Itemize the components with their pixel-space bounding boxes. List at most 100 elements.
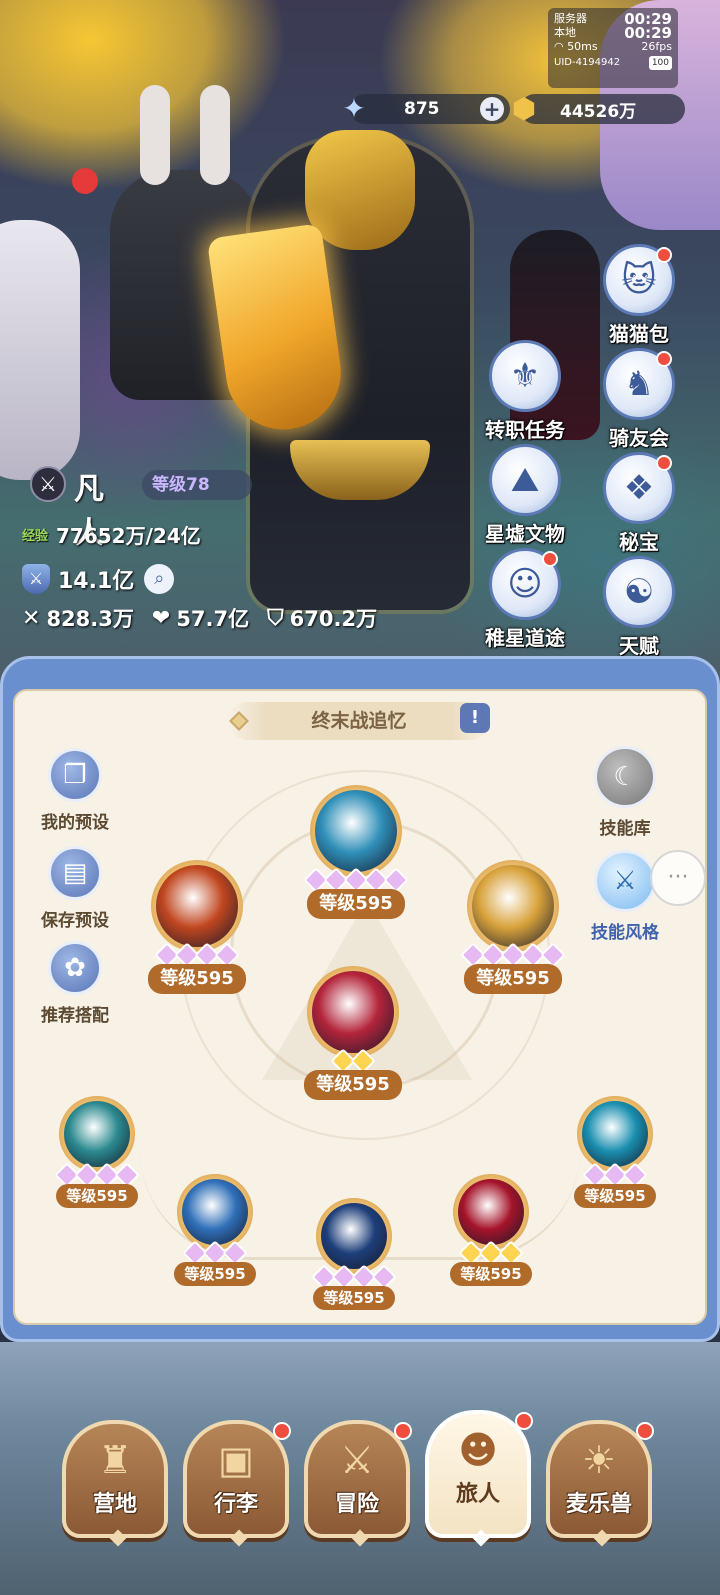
skill-slot[interactable]: 等级595 [142, 860, 252, 994]
backpack-icon: ▣ [218, 1438, 254, 1482]
my-presets-button[interactable]: ❐ 我的预设 [25, 748, 125, 833]
side-menu-label: 猫猫包 [609, 322, 669, 346]
recommended-setup-button[interactable]: ✿ 推荐搭配 [25, 941, 125, 1026]
skill-icon-frame [177, 1174, 253, 1250]
side-menu-star-path[interactable]: ☺ 稚星道途 [470, 548, 580, 650]
tool-label: 技能风格 [591, 923, 659, 943]
side-menu-treasure[interactable]: ❖ 秘宝 [584, 452, 694, 554]
skill-icon-frame [59, 1096, 135, 1172]
defense-stat: ⛉ 670.2万 [267, 603, 377, 633]
pet-icon: ☀ [581, 1438, 617, 1482]
gold-currency-bar: ⬢ 44526万 [512, 92, 685, 125]
star-gem-icon: ✦ [342, 91, 366, 125]
skill-icon [156, 865, 238, 947]
nav-label: 麦乐兽 [565, 1492, 632, 1517]
side-menu-job-change[interactable]: ⚜ 转职任务 [470, 340, 580, 442]
add-gems-button[interactable]: + [480, 97, 504, 121]
apple-icon [72, 168, 98, 194]
skill-stars [560, 1162, 670, 1188]
preset-icon: ❐ [48, 748, 102, 802]
skill-level-label: 等级595 [450, 1262, 532, 1286]
player-helmet [305, 130, 415, 250]
uid: UID-4194942 [554, 57, 621, 68]
side-menu-talent[interactable]: ☯ 天赋 [584, 556, 694, 658]
skill-icon [64, 1101, 130, 1167]
skill-library-icon: ☾ [594, 746, 656, 808]
power-detail-search-button[interactable]: ⌕ [144, 564, 175, 594]
notification-dot [656, 247, 672, 263]
side-menu-label: 天赋 [619, 634, 659, 658]
talent-icon: ☯ [603, 556, 675, 628]
skill-level-label: 等级595 [307, 889, 405, 919]
gem-amount: 875 [404, 99, 440, 119]
panel-title: 终末战追忆 [228, 702, 490, 740]
skill-icon-frame [151, 860, 243, 952]
side-menu-label: 星墟文物 [485, 522, 565, 546]
skill-slot[interactable]: 等级595 [436, 1174, 546, 1290]
skill-stars [299, 1264, 409, 1290]
skill-level-label: 等级595 [464, 964, 562, 994]
chat-bubble-button[interactable]: ··· [650, 850, 706, 906]
skill-icon-frame [467, 860, 559, 952]
skill-level-label: 等级595 [174, 1262, 256, 1286]
info-book-button[interactable]: ! [460, 703, 490, 733]
heart-icon: ❤ [151, 605, 171, 631]
recommend-icon: ✿ [48, 941, 102, 995]
skill-library-button[interactable]: ☾ 技能库 [575, 746, 675, 839]
notification-dot [656, 351, 672, 367]
save-preset-button[interactable]: ▤ 保存预设 [25, 846, 125, 931]
skill-slot[interactable]: 等级595 [299, 1198, 409, 1314]
notification-dot [515, 1412, 533, 1430]
skill-slot[interactable]: 等级595 [298, 966, 408, 1100]
skill-stars [298, 1048, 408, 1074]
nav-pets[interactable]: ☀ 麦乐兽 [546, 1420, 654, 1547]
skill-slot[interactable]: 等级595 [42, 1096, 152, 1212]
side-menu-riders-club[interactable]: ♞ 骑友会 [584, 348, 694, 450]
nav-luggage[interactable]: ▣ 行李 [183, 1420, 291, 1547]
exp-value: 77652万/24亿 [56, 524, 201, 548]
skill-slot[interactable]: 等级595 [560, 1096, 670, 1212]
skill-icon-frame [453, 1174, 529, 1250]
tool-label: 保存预设 [41, 911, 109, 931]
nav-adventure[interactable]: ⚔ 冒险 [304, 1420, 412, 1547]
skill-stars [436, 1240, 546, 1266]
job-class-icon: ⚔ [30, 466, 66, 502]
skill-slot[interactable]: 等级595 [301, 785, 411, 919]
notification-dot [273, 1422, 291, 1440]
cat-bag-icon: 🐱 [603, 244, 675, 316]
notification-dot [542, 551, 558, 567]
tool-label: 我的预设 [41, 813, 109, 833]
skill-icon [315, 790, 397, 872]
skill-icon [582, 1101, 648, 1167]
skill-level-label: 等级595 [304, 1070, 402, 1100]
experience-row: 经验 77652万/24亿 [22, 520, 201, 549]
wifi-icon: ◠ [554, 40, 564, 53]
relic-icon: ⛰ [489, 444, 561, 516]
skill-style-icon: ⚔ [594, 850, 656, 912]
player-level: 等级78 [142, 470, 252, 500]
nav-label: 行李 [213, 1492, 258, 1517]
skill-icon-frame [310, 785, 402, 877]
gold-coin-icon: ⬢ [511, 91, 537, 125]
side-menu-star-relic[interactable]: ⛰ 星墟文物 [470, 444, 580, 546]
skill-icon [312, 971, 394, 1053]
side-menu-label: 稚星道途 [485, 626, 565, 650]
side-menu-cat-bag[interactable]: 🐱 猫猫包 [584, 244, 694, 346]
castle-icon: ♜ [97, 1438, 133, 1482]
player-stats: ✕ 828.3万 ❤ 57.7亿 ⛉ 670.2万 [22, 603, 395, 633]
skill-level-label: 等级595 [313, 1286, 395, 1310]
skill-level-label: 等级595 [56, 1184, 138, 1208]
skill-stars [42, 1162, 152, 1188]
skill-slot[interactable]: 等级595 [458, 860, 568, 994]
side-menu-label: 转职任务 [485, 418, 565, 442]
notification-dot [394, 1422, 412, 1440]
combat-power-icon: ⚔ [22, 564, 50, 594]
crossed-swords-icon: ⚔ [339, 1438, 375, 1482]
skill-slot[interactable]: 等级595 [160, 1174, 270, 1290]
nav-camp[interactable]: ♜ 营地 [62, 1420, 168, 1547]
nav-traveler[interactable]: ☻ 旅人 [425, 1410, 533, 1547]
tool-label: 推荐搭配 [41, 1006, 109, 1026]
bunny-ear-right [200, 85, 230, 185]
uid-badge: 100 [648, 56, 672, 70]
skill-stars [458, 942, 568, 968]
